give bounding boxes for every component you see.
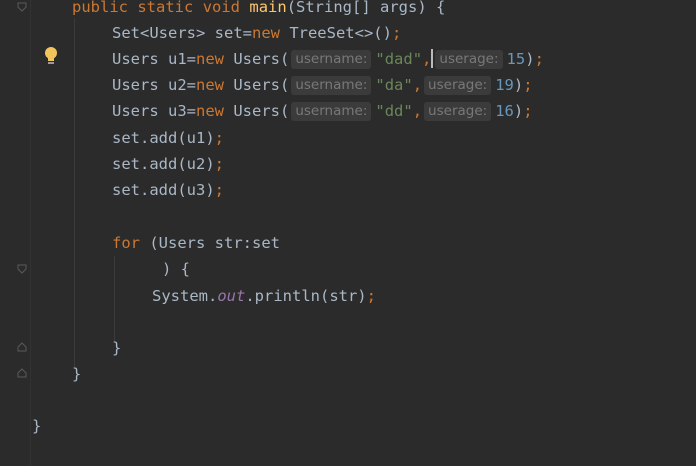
comma: , [412, 76, 423, 94]
parameter-hint: userage: [424, 102, 492, 121]
closing-brace: } [112, 339, 122, 357]
code-line-7[interactable]: set.add(u2); [112, 151, 224, 177]
code-line-3[interactable]: Users u1=new Users(username: "dad", userag… [112, 46, 544, 72]
code-line-14[interactable]: } [32, 413, 41, 439]
code-editor[interactable]: public static void main(String[] args) {… [0, 0, 696, 466]
code-line-9[interactable]: for (Users str:set [112, 230, 280, 256]
parameter-hint: userage: [435, 50, 503, 69]
semicolon: ; [523, 76, 533, 94]
keyword: new [196, 76, 224, 94]
code-line-6[interactable]: set.add(u1); [112, 125, 224, 151]
code-line-4[interactable]: Users u2=new Users(username: "da", userage… [112, 72, 533, 98]
parameter-hint: username: [291, 76, 372, 95]
semicolon: ; [391, 24, 402, 42]
number-literal: 19 [495, 76, 514, 94]
code-line-10[interactable]: ) { [162, 256, 190, 282]
code-text: (Users str:set [140, 234, 280, 252]
method-name: main [249, 0, 287, 16]
code-text: ) [525, 50, 535, 68]
code-text: set.add(u1) [112, 129, 215, 147]
number-literal: 15 [506, 50, 526, 68]
closing-brace: } [32, 417, 42, 435]
code-text: Users u2= [112, 76, 196, 94]
code-text: System. [152, 287, 218, 305]
code-line-2[interactable]: Set<Users> set=new TreeSet<>(); [112, 20, 401, 46]
code-text: TreeSet<>() [279, 24, 392, 42]
keyword: new [196, 50, 224, 68]
code-text: Users u3= [112, 102, 196, 120]
comma: , [422, 50, 432, 68]
code-text: ) { [162, 260, 190, 278]
code-line-5[interactable]: Users u3=new Users(username: "dd", userage… [112, 98, 533, 124]
code-area[interactable]: public static void main(String[] args) {… [0, 0, 696, 466]
code-line-8[interactable]: set.add(u3); [112, 177, 224, 203]
string-literal: "dd" [375, 102, 413, 120]
code-line-13[interactable]: } [72, 361, 81, 387]
parameter-hint: username: [291, 102, 372, 121]
code-text: Users( [224, 102, 290, 120]
code-text: Users( [224, 50, 290, 68]
keyword: new [196, 102, 224, 120]
code-text: Users( [224, 76, 290, 94]
code-text: set.add(u3) [112, 181, 215, 199]
closing-brace: } [72, 365, 82, 383]
keyword: for [112, 234, 140, 252]
code-text: ) [513, 76, 524, 94]
keyword: void [202, 0, 241, 16]
code-line-12[interactable]: } [112, 335, 121, 361]
code-text: (String[] args) { [286, 0, 446, 16]
code-text: .println(str) [245, 287, 367, 305]
semicolon: ; [214, 129, 224, 147]
string-literal: "dad" [375, 50, 423, 68]
text-caret [431, 49, 434, 68]
keyword: static [137, 0, 194, 16]
comma: , [412, 102, 423, 120]
code-text: set.add(u2) [112, 155, 215, 173]
keyword: new [251, 24, 280, 42]
parameter-hint: username: [291, 50, 372, 69]
semicolon: ; [523, 102, 533, 120]
keyword: public [72, 0, 128, 16]
parameter-hint: userage: [424, 76, 492, 95]
number-literal: 16 [495, 102, 514, 120]
semicolon: ; [534, 50, 544, 68]
string-literal: "da" [375, 76, 413, 94]
semicolon: ; [366, 287, 376, 305]
code-text: ) [513, 102, 524, 120]
code-text: Set<Users> set= [112, 24, 252, 42]
code-text: Users u1= [112, 50, 196, 68]
code-line-1[interactable]: public static void main(String[] args) { [72, 0, 445, 20]
semicolon: ; [214, 181, 224, 199]
static-field: out [217, 287, 246, 305]
semicolon: ; [214, 155, 224, 173]
code-line-11[interactable]: System.out.println(str); [152, 283, 376, 309]
